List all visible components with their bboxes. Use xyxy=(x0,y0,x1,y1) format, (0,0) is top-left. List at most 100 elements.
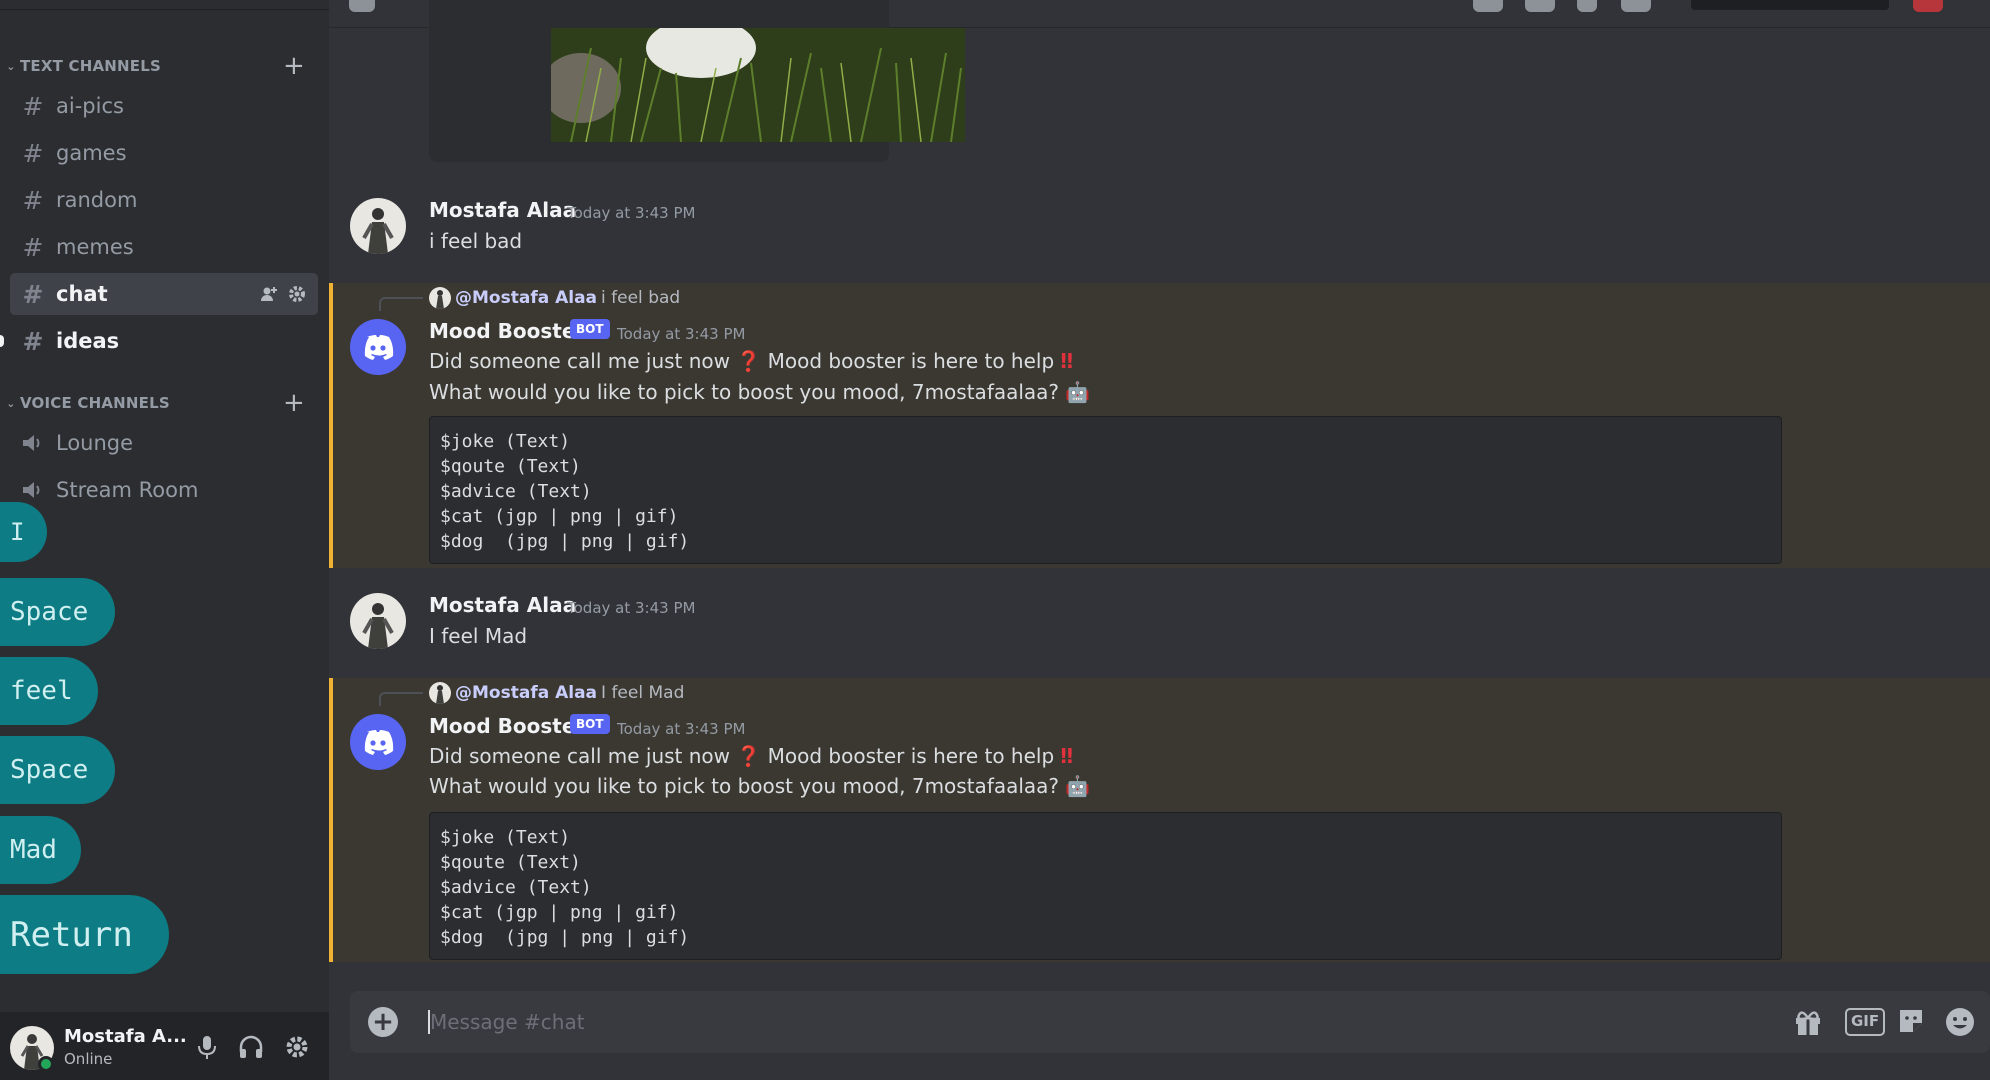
message-line: Mood booster is here to help xyxy=(767,349,1055,373)
online-status-icon xyxy=(38,1056,54,1072)
members-icon[interactable] xyxy=(1621,0,1651,12)
pin-icon[interactable] xyxy=(1577,0,1597,12)
channel-label: ai-pics xyxy=(56,94,124,118)
exclamation-emoji-icon: ‼ xyxy=(1060,744,1074,768)
question-emoji-icon: ❓ xyxy=(736,744,762,768)
exclamation-emoji-icon: ‼ xyxy=(1060,349,1074,373)
threads-icon[interactable] xyxy=(1473,0,1503,12)
gear-icon[interactable] xyxy=(284,1034,310,1060)
highlighted-message: @Mostafa Alaa i feel bad Mood Booster BO… xyxy=(329,283,1990,568)
channel-ai-pics[interactable]: # ai-pics xyxy=(10,85,318,127)
message-input[interactable] xyxy=(430,1003,1630,1041)
message-timestamp: Today at 3:43 PM xyxy=(567,599,696,617)
username: Mostafa A... xyxy=(64,1026,187,1047)
hash-icon: # xyxy=(22,232,44,262)
hash-icon: # xyxy=(22,185,44,215)
message-text: What would you like to pick to boost you… xyxy=(429,380,1090,404)
message-timestamp: Today at 3:43 PM xyxy=(617,720,746,738)
gift-icon[interactable] xyxy=(1793,1007,1823,1037)
channel-ideas[interactable]: # ideas xyxy=(10,320,318,362)
avatar[interactable] xyxy=(350,714,406,770)
server-header[interactable] xyxy=(0,0,329,10)
message-author[interactable]: Mostafa Alaa xyxy=(429,198,576,222)
chat-area: Mostafa Alaa Today at 3:43 PM i feel bad… xyxy=(329,0,1990,1080)
channel-label: Lounge xyxy=(56,431,134,455)
reply-mention[interactable]: @Mostafa Alaa xyxy=(455,288,597,308)
channel-chat[interactable]: # chat xyxy=(10,273,318,315)
bot-badge: BOT xyxy=(570,319,610,339)
hash-icon: # xyxy=(22,326,44,356)
user-panel: Mostafa A... Online xyxy=(0,1012,329,1080)
plus-icon[interactable]: + xyxy=(283,51,305,81)
avatar xyxy=(429,682,451,704)
reply-connector xyxy=(379,297,423,311)
channel-label: chat xyxy=(56,282,108,306)
avatar[interactable] xyxy=(350,319,406,375)
unread-indicator xyxy=(0,335,4,347)
keystroke-overlay: I xyxy=(0,502,47,562)
discord-bot-icon xyxy=(364,335,394,360)
hash-icon: # xyxy=(22,279,44,309)
mic-icon[interactable] xyxy=(196,1034,218,1060)
message-composer: + GIF xyxy=(350,991,1990,1053)
add-member-icon[interactable] xyxy=(260,285,278,303)
channel-memes[interactable]: # memes xyxy=(10,226,318,268)
message-author[interactable]: Mostafa Alaa xyxy=(429,593,576,617)
message-text: Did someone call me just now ❓ Mood boos… xyxy=(429,744,1073,768)
discord-app: ⌄ TEXT CHANNELS + # ai-pics # games # ra… xyxy=(0,0,1990,1080)
reply-text: I feel Mad xyxy=(601,683,685,703)
message-line: Mood booster is here to help xyxy=(767,744,1055,768)
message-author[interactable]: Mood Booster xyxy=(429,319,585,343)
channel-label: games xyxy=(56,141,127,165)
message-timestamp: Today at 3:43 PM xyxy=(567,204,696,222)
sticker-icon[interactable] xyxy=(1896,1006,1926,1036)
message-line: Did someone call me just now xyxy=(429,744,731,768)
voice-channel-stream-room[interactable]: Stream Room xyxy=(10,469,318,511)
message-text: i feel bad xyxy=(429,229,523,253)
add-attachment-plus-icon[interactable]: + xyxy=(368,1007,398,1037)
message-text: What would you like to pick to boost you… xyxy=(429,774,1090,798)
avatar xyxy=(429,287,451,309)
avatar[interactable] xyxy=(350,593,406,649)
message-author[interactable]: Mood Booster xyxy=(429,714,585,738)
code-block: $joke (Text) $qoute (Text) $advice (Text… xyxy=(429,416,1782,564)
mention-highlight-bar xyxy=(329,283,333,568)
avatar[interactable] xyxy=(350,198,406,254)
reply-connector xyxy=(379,692,423,706)
hash-icon xyxy=(349,0,375,12)
channel-random[interactable]: # random xyxy=(10,179,318,221)
code-block: $joke (Text) $qoute (Text) $advice (Text… xyxy=(429,812,1782,960)
robot-emoji-icon: 🤖 xyxy=(1065,380,1091,404)
message-text: Did someone call me just now ❓ Mood boos… xyxy=(429,349,1073,373)
channel-label: Stream Room xyxy=(56,478,199,502)
reply-preview[interactable]: @Mostafa Alaa I feel Mad xyxy=(429,682,684,704)
question-emoji-icon: ❓ xyxy=(736,349,762,373)
speaker-icon xyxy=(10,479,56,501)
reply-mention[interactable]: @Mostafa Alaa xyxy=(455,683,597,703)
attached-image[interactable] xyxy=(551,28,965,142)
mention-highlight-bar xyxy=(329,678,333,962)
gif-button[interactable]: GIF xyxy=(1845,1008,1886,1036)
plus-icon[interactable]: + xyxy=(283,388,305,418)
voice-channel-lounge[interactable]: Lounge xyxy=(10,422,318,464)
channel-label: memes xyxy=(56,235,134,259)
gear-icon[interactable] xyxy=(288,285,306,303)
keystroke-overlay: Return xyxy=(0,895,169,974)
hash-icon: # xyxy=(22,91,44,121)
category-text-channels[interactable]: ⌄ TEXT CHANNELS + xyxy=(0,51,329,81)
channel-games[interactable]: # games xyxy=(10,132,318,174)
headphones-icon[interactable] xyxy=(238,1034,264,1060)
inbox-icon[interactable] xyxy=(1913,0,1943,12)
category-label: TEXT CHANNELS xyxy=(20,57,161,75)
reply-preview[interactable]: @Mostafa Alaa i feel bad xyxy=(429,287,680,309)
hash-icon: # xyxy=(22,138,44,168)
message-line: What would you like to pick to boost you… xyxy=(429,380,1060,404)
image-attachment-card xyxy=(429,0,965,162)
bell-icon[interactable] xyxy=(1525,0,1555,12)
message-line: What would you like to pick to boost you… xyxy=(429,774,1060,798)
reply-text: i feel bad xyxy=(601,288,681,308)
bot-badge: BOT xyxy=(570,714,610,734)
emoji-icon[interactable] xyxy=(1944,1006,1976,1038)
search-input[interactable] xyxy=(1691,0,1889,10)
category-voice-channels[interactable]: ⌄ VOICE CHANNELS + xyxy=(0,388,329,418)
